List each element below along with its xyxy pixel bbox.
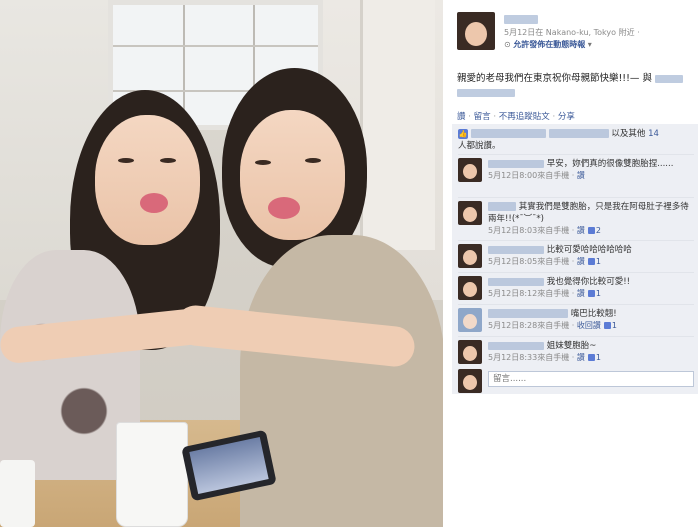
comment-like-link[interactable]: 讚 <box>577 353 585 362</box>
comment-like-link[interactable]: 讚 <box>577 226 585 235</box>
like-link[interactable]: 讚 <box>457 112 466 122</box>
comment-time[interactable]: 5月12日8:00來自手機 <box>488 171 569 180</box>
separator: · <box>468 112 471 122</box>
comment-time[interactable]: 5月12日8:28來自手機 <box>488 321 569 330</box>
background-door <box>360 0 435 250</box>
commenter-avatar[interactable] <box>458 158 482 182</box>
right-woman-lips <box>268 197 300 219</box>
separator: · <box>493 112 497 122</box>
post-meta: 5月12日在 Nakano-ku, Tokyo 附近 · <box>504 28 640 37</box>
left-woman-eye <box>118 158 134 163</box>
likes-summary: 👍 以及其他 14 人都說讚。 <box>458 128 692 152</box>
like-count-icon <box>603 322 611 329</box>
commenter-avatar[interactable] <box>458 276 482 300</box>
commenter-avatar[interactable] <box>458 201 482 225</box>
like-count-icon <box>587 290 595 297</box>
comment-item: 其實我們是雙胞胎，只是我在阿母肚子裡多待兩年!!(*¯︶¯*) 5月12日8:0… <box>458 197 694 239</box>
separator: · <box>552 112 556 122</box>
comment-text: 早安，妳們真的很像雙胞胎捏...... <box>546 159 674 169</box>
current-user-avatar <box>458 369 482 393</box>
comment-text: 比較可愛哈哈哈哈哈哈 <box>546 245 632 255</box>
feedback-section: 👍 以及其他 14 人都說讚。 早安，妳們真的很像雙胞胎捏...... 5月12… <box>452 124 698 394</box>
comment-unlike-link[interactable]: 收回讚 <box>577 321 601 330</box>
comment-item: 嘴巴比較翹! 5月12日8:28來自手機 · 收回讚 1 <box>458 304 694 335</box>
right-woman-face <box>240 110 345 240</box>
tagged-name-redacted[interactable] <box>457 88 515 97</box>
comment-like-link[interactable]: 讚 <box>577 257 585 266</box>
like-count-icon <box>587 258 595 265</box>
comment-like-count[interactable]: 1 <box>612 321 617 330</box>
privacy-icon: ⊙ <box>504 40 511 49</box>
likers-redacted[interactable] <box>548 129 609 138</box>
commenter-name-redacted[interactable] <box>488 202 516 211</box>
likers-redacted[interactable] <box>471 129 546 138</box>
commenter-avatar[interactable] <box>458 340 482 364</box>
comment-time[interactable]: 5月12日8:05來自手機 <box>488 257 569 266</box>
right-woman-eye <box>305 158 321 163</box>
left-woman-eye <box>160 158 176 163</box>
likes-people-text: 人都說讚。 <box>458 141 501 151</box>
comment-text: 嘴巴比較翹! <box>570 309 617 319</box>
left-woman-face <box>95 115 200 245</box>
post-actions: 讚 · 留言 · 不再追蹤貼文 · 分享 <box>457 110 575 122</box>
tagged-name-redacted[interactable] <box>654 74 683 83</box>
commenter-name-redacted[interactable] <box>488 159 544 168</box>
like-count-icon <box>587 227 595 234</box>
likes-others-link[interactable]: 14 <box>648 129 659 139</box>
comment-item: 姐妹雙胞胎~ 5月12日8:33來自手機 · 讚1 <box>458 336 694 367</box>
left-woman-lips <box>140 193 168 213</box>
post-caption: 親愛的老母我們在東京祝你母親節快樂!!!— 與 <box>457 73 652 84</box>
comment-time[interactable]: 5月12日8:33來自手機 <box>488 353 569 362</box>
comment-like-count[interactable]: 2 <box>596 226 601 235</box>
unfollow-link[interactable]: 不再追蹤貼文 <box>499 112 550 122</box>
author-name-redacted[interactable] <box>504 15 538 24</box>
chevron-down-icon: ▾ <box>587 40 592 49</box>
post-photo[interactable] <box>0 0 443 527</box>
author-avatar[interactable] <box>457 12 495 50</box>
comment-text: 姐妹雙胞胎~ <box>546 341 597 351</box>
privacy-line[interactable]: ⊙ 允許發佈在動態時報 ▾ <box>504 39 592 50</box>
comment-item: 我也覺得你比較可愛!! 5月12日8:12來自手機 · 讚1 <box>458 272 694 303</box>
thumbs-up-icon: 👍 <box>458 129 468 139</box>
coffee-mug-left <box>0 460 35 527</box>
comment-item: 比較可愛哈哈哈哈哈哈 5月12日8:05來自手機 · 讚1 <box>458 240 694 271</box>
commenter-name-redacted[interactable] <box>488 277 544 286</box>
comment-like-count[interactable]: 1 <box>596 257 601 266</box>
comment-like-count[interactable]: 1 <box>596 289 601 298</box>
comment-time[interactable]: 5月12日8:03來自手機 <box>488 226 569 235</box>
commenter-name-redacted[interactable] <box>488 245 544 254</box>
like-count-icon <box>587 354 595 361</box>
commenter-name-redacted[interactable] <box>488 309 568 318</box>
commenter-avatar[interactable] <box>458 308 482 332</box>
comment-like-count[interactable]: 1 <box>596 353 601 362</box>
likes-suffix: 以及其他 <box>611 129 646 139</box>
comment-item: 早安，妳們真的很像雙胞胎捏...... 5月12日8:00來自手機 · 讚 <box>458 154 694 196</box>
comment-text: 我也覺得你比較可愛!! <box>546 277 631 287</box>
privacy-label: 允許發佈在動態時報 <box>513 40 586 49</box>
comment-text: 其實我們是雙胞胎，只是我在阿母肚子裡多待兩年!!(*¯︶¯*) <box>488 202 689 224</box>
comment-like-link[interactable]: 讚 <box>577 171 585 180</box>
comment-input[interactable] <box>488 371 694 387</box>
commenter-avatar[interactable] <box>458 244 482 268</box>
comment-time[interactable]: 5月12日8:12來自手機 <box>488 289 569 298</box>
commenter-name-redacted[interactable] <box>488 341 544 350</box>
coffee-mug <box>116 422 188 527</box>
post-sidebar: 5月12日在 Nakano-ku, Tokyo 附近 · ⊙ 允許發佈在動態時報… <box>443 0 700 527</box>
share-link[interactable]: 分享 <box>558 112 575 122</box>
post-text: 親愛的老母我們在東京祝你母親節快樂!!!— 與 <box>457 72 697 100</box>
comment-like-link[interactable]: 讚 <box>577 289 585 298</box>
right-woman-eye <box>255 160 271 165</box>
comment-composer <box>458 367 694 393</box>
comment-link[interactable]: 留言 <box>474 112 491 122</box>
post-header: 5月12日在 Nakano-ku, Tokyo 附近 · ⊙ 允許發佈在動態時報… <box>457 12 696 52</box>
